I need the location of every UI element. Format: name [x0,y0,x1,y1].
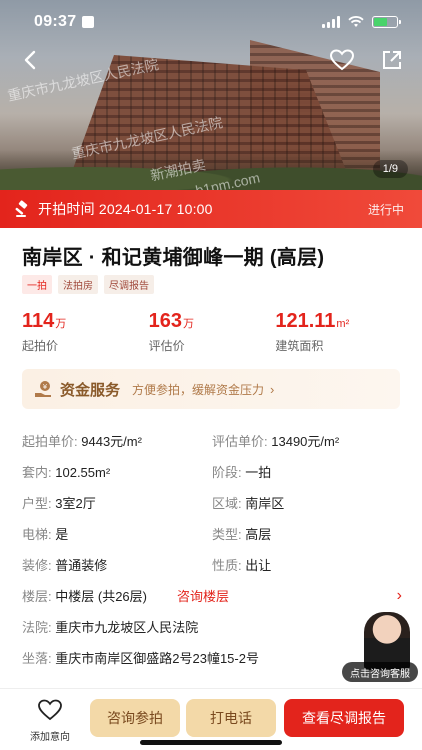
tag-list: 一拍 法拍房 尽调报告 [22,275,154,294]
detail-row: 电梯: 是 类型: 高层 [22,518,402,549]
signal-icon [322,16,340,28]
detail-key: 区域: [212,496,242,511]
tag-report: 尽调报告 [104,275,154,294]
detail-value: 中楼层 (共26层) [55,589,147,604]
detail-value: 重庆市九龙坡区人民法院 [55,620,199,635]
gavel-icon [15,200,28,217]
consult-bid-button[interactable]: 咨询参拍 [90,699,180,737]
detail-key: 阶段: [212,465,242,480]
detail-value: 9443元/m² [81,434,142,449]
favorite-heart-icon[interactable] [326,46,358,74]
detail-value: 一拍 [245,465,272,480]
ask-floor-link[interactable]: 咨询楼层 [177,589,229,604]
detail-row: 起拍单价: 9443元/m² 评估单价: 13490元/m² [22,425,402,456]
auction-start-time: 开拍时间 2024-01-17 10:00 [38,201,213,217]
add-favorite-button[interactable]: 添加意向 [24,699,76,743]
detail-key: 评估单价: [212,434,268,449]
add-favorite-label: 添加意向 [30,732,70,743]
detail-key: 楼层: [22,589,52,604]
detail-value: 出让 [245,558,272,573]
chevron-right-icon[interactable]: › [397,587,402,605]
price-stats: 114万 起拍价 163万 评估价 121.11m² 建筑面积 [22,310,402,354]
detail-key: 装修: [22,558,52,573]
detail-row: 装修: 普通装修 性质: 出让 [22,549,402,580]
detail-key: 起拍单价: [22,434,78,449]
status-time: 09:37 [34,13,77,30]
detail-key: 类型: [212,527,242,542]
detail-value: 重庆市南岸区御盛路2号23幢15-2号 [55,651,259,666]
detail-key: 电梯: [22,527,52,542]
stat-area: 121.11m² 建筑面积 [275,310,402,354]
stat-start-price: 114万 起拍价 [22,310,149,354]
home-indicator [140,740,282,745]
detail-value: 高层 [245,527,272,542]
stat-value: 121.11 [275,310,336,332]
detail-row: 套内: 102.55m² 阶段: 一拍 [22,456,402,487]
detail-row: 户型: 3室2厅 区域: 南岸区 [22,487,402,518]
customer-service-float[interactable]: 点击咨询客服 [340,612,420,684]
detail-value: 3室2厅 [55,496,96,511]
back-icon[interactable] [16,46,44,74]
detail-key: 坐落: [22,651,52,666]
auction-time-bar: 开拍时间 2024-01-17 10:00 进行中 [0,190,422,228]
stat-label: 起拍价 [22,339,59,353]
detail-value: 南岸区 [245,496,285,511]
fund-service-banner[interactable]: ¥ 资金服务 方便参拍，缓解资金压力 › [22,369,400,409]
tag-type: 法拍房 [58,275,98,294]
agent-label: 点击咨询客服 [342,662,418,682]
heart-outline-icon [38,699,62,721]
stat-label: 建筑面积 [275,339,324,353]
detail-value: 是 [55,527,69,542]
share-icon[interactable] [378,46,406,74]
stat-unit: 万 [183,318,195,330]
stat-label: 评估价 [148,339,185,353]
fund-service-title: 资金服务 [60,381,121,399]
status-bar: 09:37 [0,0,422,44]
wifi-icon [348,16,364,27]
chevron-right-icon: › [270,381,275,397]
auction-status: 进行中 [367,202,404,217]
stat-value: 114 [22,310,55,332]
stat-value: 163 [148,310,183,332]
money-hand-icon: ¥ [35,381,51,397]
fund-service-subtitle: 方便参拍，缓解资金压力 [132,382,265,397]
stat-unit: m² [336,318,350,330]
detail-value: 13490元/m² [271,434,340,449]
detail-value: 普通装修 [55,558,108,573]
image-counter: 1/9 [372,160,408,178]
detail-key: 法院: [22,620,52,635]
floor-row[interactable]: 楼层: 中楼层 (共26层) 咨询楼层 › [22,580,402,611]
call-button[interactable]: 打电话 [186,699,276,737]
property-title: 南岸区 · 和记黄埔御峰一期 (高层) [22,247,325,269]
stat-appraisal-price: 163万 评估价 [149,310,276,354]
battery-icon [372,16,401,28]
detail-key: 性质: [212,558,242,573]
id-card-icon [82,16,95,28]
svg-text:¥: ¥ [43,383,48,391]
detail-key: 户型: [22,496,52,511]
stat-unit: 万 [55,318,67,330]
view-report-button[interactable]: 查看尽调报告 [284,699,404,737]
detail-key: 套内: [22,465,52,480]
detail-value: 102.55m² [55,465,111,480]
tag-round: 一拍 [22,275,52,294]
